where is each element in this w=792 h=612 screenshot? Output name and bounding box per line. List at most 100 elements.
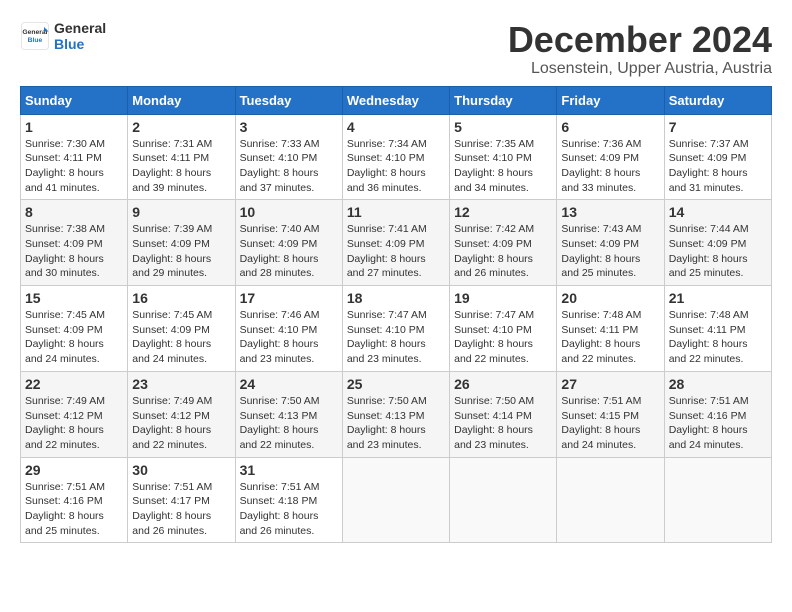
day-info: Sunrise: 7:43 AM Sunset: 4:09 PM Dayligh… bbox=[561, 222, 659, 281]
day-cell: 10 Sunrise: 7:40 AM Sunset: 4:09 PM Dayl… bbox=[235, 200, 342, 286]
day-info: Sunrise: 7:51 AM Sunset: 4:16 PM Dayligh… bbox=[25, 480, 123, 539]
day-cell: 9 Sunrise: 7:39 AM Sunset: 4:09 PM Dayli… bbox=[128, 200, 235, 286]
day-info: Sunrise: 7:44 AM Sunset: 4:09 PM Dayligh… bbox=[669, 222, 767, 281]
day-number: 12 bbox=[454, 204, 552, 220]
day-cell: 27 Sunrise: 7:51 AM Sunset: 4:15 PM Dayl… bbox=[557, 371, 664, 457]
day-info: Sunrise: 7:50 AM Sunset: 4:13 PM Dayligh… bbox=[347, 394, 445, 453]
day-cell: 15 Sunrise: 7:45 AM Sunset: 4:09 PM Dayl… bbox=[21, 286, 128, 372]
day-number: 6 bbox=[561, 119, 659, 135]
page-header: General Blue General Blue December 2024 … bbox=[20, 20, 772, 78]
week-row-1: 1 Sunrise: 7:30 AM Sunset: 4:11 PM Dayli… bbox=[21, 114, 772, 200]
day-cell: 18 Sunrise: 7:47 AM Sunset: 4:10 PM Dayl… bbox=[342, 286, 449, 372]
svg-text:General: General bbox=[22, 29, 47, 36]
day-number: 21 bbox=[669, 290, 767, 306]
svg-text:Blue: Blue bbox=[28, 37, 43, 44]
day-info: Sunrise: 7:51 AM Sunset: 4:17 PM Dayligh… bbox=[132, 480, 230, 539]
day-cell: 2 Sunrise: 7:31 AM Sunset: 4:11 PM Dayli… bbox=[128, 114, 235, 200]
day-number: 1 bbox=[25, 119, 123, 135]
day-cell bbox=[557, 457, 664, 543]
day-number: 25 bbox=[347, 376, 445, 392]
logo-general: General bbox=[54, 20, 106, 36]
day-cell: 25 Sunrise: 7:50 AM Sunset: 4:13 PM Dayl… bbox=[342, 371, 449, 457]
day-cell bbox=[450, 457, 557, 543]
day-number: 18 bbox=[347, 290, 445, 306]
calendar-header-row: Sunday Monday Tuesday Wednesday Thursday… bbox=[21, 86, 772, 114]
day-info: Sunrise: 7:41 AM Sunset: 4:09 PM Dayligh… bbox=[347, 222, 445, 281]
day-info: Sunrise: 7:40 AM Sunset: 4:09 PM Dayligh… bbox=[240, 222, 338, 281]
day-cell: 26 Sunrise: 7:50 AM Sunset: 4:14 PM Dayl… bbox=[450, 371, 557, 457]
day-info: Sunrise: 7:48 AM Sunset: 4:11 PM Dayligh… bbox=[669, 308, 767, 367]
day-info: Sunrise: 7:45 AM Sunset: 4:09 PM Dayligh… bbox=[132, 308, 230, 367]
day-info: Sunrise: 7:35 AM Sunset: 4:10 PM Dayligh… bbox=[454, 137, 552, 196]
col-thursday: Thursday bbox=[450, 86, 557, 114]
day-number: 15 bbox=[25, 290, 123, 306]
day-info: Sunrise: 7:47 AM Sunset: 4:10 PM Dayligh… bbox=[347, 308, 445, 367]
day-cell: 4 Sunrise: 7:34 AM Sunset: 4:10 PM Dayli… bbox=[342, 114, 449, 200]
day-number: 9 bbox=[132, 204, 230, 220]
day-info: Sunrise: 7:45 AM Sunset: 4:09 PM Dayligh… bbox=[25, 308, 123, 367]
day-info: Sunrise: 7:51 AM Sunset: 4:18 PM Dayligh… bbox=[240, 480, 338, 539]
day-cell: 23 Sunrise: 7:49 AM Sunset: 4:12 PM Dayl… bbox=[128, 371, 235, 457]
week-row-2: 8 Sunrise: 7:38 AM Sunset: 4:09 PM Dayli… bbox=[21, 200, 772, 286]
day-cell: 8 Sunrise: 7:38 AM Sunset: 4:09 PM Dayli… bbox=[21, 200, 128, 286]
day-info: Sunrise: 7:39 AM Sunset: 4:09 PM Dayligh… bbox=[132, 222, 230, 281]
day-info: Sunrise: 7:31 AM Sunset: 4:11 PM Dayligh… bbox=[132, 137, 230, 196]
day-number: 27 bbox=[561, 376, 659, 392]
col-wednesday: Wednesday bbox=[342, 86, 449, 114]
day-cell bbox=[342, 457, 449, 543]
day-number: 19 bbox=[454, 290, 552, 306]
col-monday: Monday bbox=[128, 86, 235, 114]
day-number: 5 bbox=[454, 119, 552, 135]
day-info: Sunrise: 7:37 AM Sunset: 4:09 PM Dayligh… bbox=[669, 137, 767, 196]
month-title: December 2024 bbox=[508, 20, 772, 60]
day-info: Sunrise: 7:47 AM Sunset: 4:10 PM Dayligh… bbox=[454, 308, 552, 367]
week-row-5: 29 Sunrise: 7:51 AM Sunset: 4:16 PM Dayl… bbox=[21, 457, 772, 543]
col-sunday: Sunday bbox=[21, 86, 128, 114]
day-info: Sunrise: 7:48 AM Sunset: 4:11 PM Dayligh… bbox=[561, 308, 659, 367]
col-saturday: Saturday bbox=[664, 86, 771, 114]
day-number: 31 bbox=[240, 462, 338, 478]
day-number: 2 bbox=[132, 119, 230, 135]
week-row-4: 22 Sunrise: 7:49 AM Sunset: 4:12 PM Dayl… bbox=[21, 371, 772, 457]
day-cell: 7 Sunrise: 7:37 AM Sunset: 4:09 PM Dayli… bbox=[664, 114, 771, 200]
day-cell: 21 Sunrise: 7:48 AM Sunset: 4:11 PM Dayl… bbox=[664, 286, 771, 372]
day-number: 4 bbox=[347, 119, 445, 135]
day-info: Sunrise: 7:50 AM Sunset: 4:13 PM Dayligh… bbox=[240, 394, 338, 453]
day-cell: 24 Sunrise: 7:50 AM Sunset: 4:13 PM Dayl… bbox=[235, 371, 342, 457]
day-info: Sunrise: 7:38 AM Sunset: 4:09 PM Dayligh… bbox=[25, 222, 123, 281]
day-number: 28 bbox=[669, 376, 767, 392]
day-info: Sunrise: 7:30 AM Sunset: 4:11 PM Dayligh… bbox=[25, 137, 123, 196]
location-title: Losenstein, Upper Austria, Austria bbox=[508, 60, 772, 78]
day-number: 24 bbox=[240, 376, 338, 392]
day-cell: 1 Sunrise: 7:30 AM Sunset: 4:11 PM Dayli… bbox=[21, 114, 128, 200]
day-number: 10 bbox=[240, 204, 338, 220]
day-number: 8 bbox=[25, 204, 123, 220]
day-cell: 5 Sunrise: 7:35 AM Sunset: 4:10 PM Dayli… bbox=[450, 114, 557, 200]
day-cell: 30 Sunrise: 7:51 AM Sunset: 4:17 PM Dayl… bbox=[128, 457, 235, 543]
week-row-3: 15 Sunrise: 7:45 AM Sunset: 4:09 PM Dayl… bbox=[21, 286, 772, 372]
day-number: 22 bbox=[25, 376, 123, 392]
day-info: Sunrise: 7:42 AM Sunset: 4:09 PM Dayligh… bbox=[454, 222, 552, 281]
day-cell: 20 Sunrise: 7:48 AM Sunset: 4:11 PM Dayl… bbox=[557, 286, 664, 372]
day-cell: 6 Sunrise: 7:36 AM Sunset: 4:09 PM Dayli… bbox=[557, 114, 664, 200]
day-info: Sunrise: 7:50 AM Sunset: 4:14 PM Dayligh… bbox=[454, 394, 552, 453]
day-cell: 19 Sunrise: 7:47 AM Sunset: 4:10 PM Dayl… bbox=[450, 286, 557, 372]
logo-blue: Blue bbox=[54, 36, 106, 52]
day-info: Sunrise: 7:33 AM Sunset: 4:10 PM Dayligh… bbox=[240, 137, 338, 196]
day-info: Sunrise: 7:34 AM Sunset: 4:10 PM Dayligh… bbox=[347, 137, 445, 196]
day-number: 16 bbox=[132, 290, 230, 306]
day-cell: 12 Sunrise: 7:42 AM Sunset: 4:09 PM Dayl… bbox=[450, 200, 557, 286]
day-number: 26 bbox=[454, 376, 552, 392]
day-number: 3 bbox=[240, 119, 338, 135]
day-info: Sunrise: 7:49 AM Sunset: 4:12 PM Dayligh… bbox=[132, 394, 230, 453]
day-cell: 17 Sunrise: 7:46 AM Sunset: 4:10 PM Dayl… bbox=[235, 286, 342, 372]
logo: General Blue General Blue bbox=[20, 20, 106, 52]
day-cell: 29 Sunrise: 7:51 AM Sunset: 4:16 PM Dayl… bbox=[21, 457, 128, 543]
col-friday: Friday bbox=[557, 86, 664, 114]
day-number: 29 bbox=[25, 462, 123, 478]
day-cell bbox=[664, 457, 771, 543]
day-cell: 14 Sunrise: 7:44 AM Sunset: 4:09 PM Dayl… bbox=[664, 200, 771, 286]
day-number: 7 bbox=[669, 119, 767, 135]
day-info: Sunrise: 7:46 AM Sunset: 4:10 PM Dayligh… bbox=[240, 308, 338, 367]
day-number: 17 bbox=[240, 290, 338, 306]
